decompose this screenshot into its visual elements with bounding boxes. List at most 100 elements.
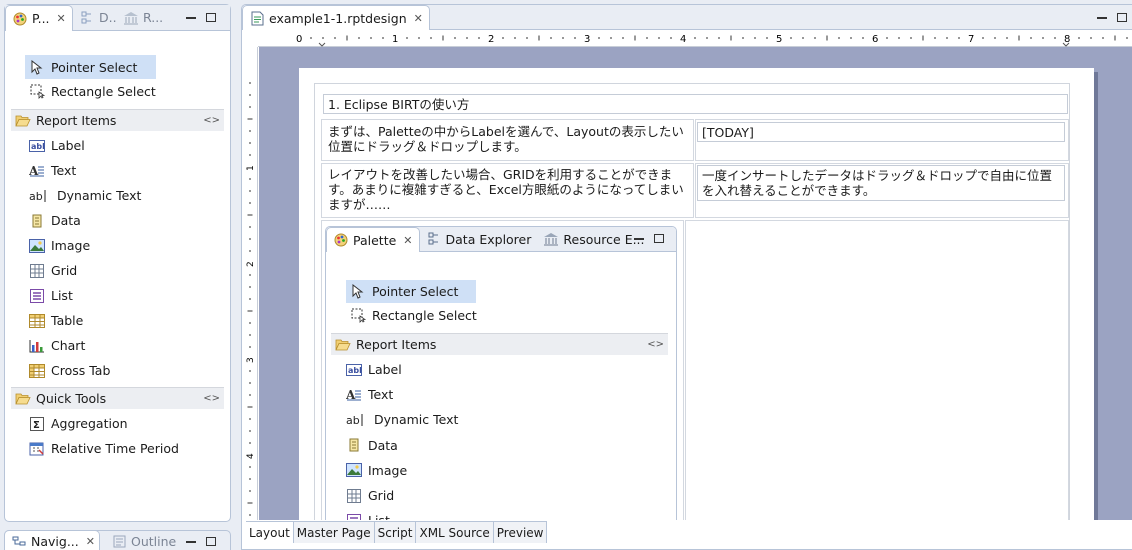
report-items-drawer[interactable]: Report Items <> <box>11 109 224 131</box>
palette-item-image[interactable]: Image <box>29 233 219 258</box>
navigator-view: Navig... ✕ Outline <box>4 530 231 550</box>
palette-item-table[interactable]: Table <box>29 308 219 333</box>
palette-item-label: Dynamic Text <box>374 412 459 428</box>
data-explorer-icon <box>426 231 442 247</box>
double-arrow-icon[interactable]: <> <box>203 115 220 126</box>
bottom-tab-layout[interactable]: Layout <box>246 522 294 543</box>
minimize-icon[interactable] <box>1097 16 1107 19</box>
palette-item-label: Text <box>51 163 77 178</box>
palette-item-grid[interactable]: Grid <box>29 258 219 283</box>
tab-palette[interactable]: P... ✕ <box>5 5 73 31</box>
palette-item-text[interactable]: A Text <box>29 158 219 183</box>
embedded-tab-palette-label: Palette <box>353 232 397 248</box>
palette-item-chart[interactable]: Chart <box>29 333 219 358</box>
row2-left-label[interactable]: レイアウトを改善したい場合、GRIDを利用することができます。あまりに複雑すぎる… <box>324 165 692 215</box>
row2-right-label[interactable]: 一度インサートしたデータはドラッグ＆ドロップで自由に位置を入れ替えることができま… <box>697 165 1065 201</box>
editor-bottom-tabs: Layout Master Page Script XML Source Preview <box>246 521 548 545</box>
palette-item-label: Table <box>51 313 84 328</box>
tab-data-explorer-label: D... <box>99 10 117 25</box>
double-arrow-icon: <> <box>647 339 664 350</box>
palette-item-label: Image <box>368 462 408 478</box>
maximize-icon[interactable] <box>206 537 216 546</box>
text-icon: A <box>29 163 45 179</box>
embedded-tab-palette: Palette ✕ <box>326 227 420 252</box>
today-data-item[interactable]: [TODAY] <box>697 122 1065 142</box>
rectangle-select-tool[interactable]: Rectangle Select <box>25 79 225 104</box>
close-icon: ✕ <box>403 233 413 247</box>
tab-resource-explorer[interactable]: R... <box>117 5 165 31</box>
tools-group: Pointer Select Rectangle Select <box>25 55 225 104</box>
grid-cell-3-2 <box>685 220 1069 520</box>
navigator-icon <box>11 534 27 550</box>
ruler-number: 7 <box>968 34 974 45</box>
double-arrow-icon[interactable]: <> <box>203 393 220 404</box>
report-heading-label[interactable]: 1. Eclipse BIRTの使い方 <box>323 94 1068 114</box>
close-icon[interactable]: ✕ <box>57 12 66 25</box>
close-icon[interactable]: ✕ <box>414 12 423 25</box>
embedded-pointer-select-label: Pointer Select <box>372 284 459 299</box>
ruler-number: 1 <box>392 34 398 45</box>
ruler-number: 0 <box>296 34 302 45</box>
table-icon <box>29 313 45 329</box>
svg-text:ab: ab <box>29 190 43 203</box>
maximize-icon[interactable] <box>1117 13 1127 22</box>
ruler-number: 5 <box>776 34 782 45</box>
embedded-tab-data-explorer-label: Data Explorer <box>445 231 532 247</box>
tab-data-explorer[interactable]: D... <box>73 5 117 31</box>
palette-item-relative-time-period[interactable]: Relative Time Period <box>29 436 219 461</box>
tab-report-design[interactable]: example1-1.rptdesign ✕ <box>242 5 430 30</box>
horizontal-ruler: 0 1 2 3 4 5 6 7 8 <box>258 30 1132 47</box>
palette-item-dynamic-text[interactable]: ab Dynamic Text <box>29 183 219 208</box>
palette-item-data: Data <box>346 433 546 458</box>
close-icon[interactable]: ✕ <box>86 535 95 548</box>
view-controls <box>186 537 216 546</box>
palette-item-label: List <box>51 288 73 303</box>
palette-item-label[interactable]: abl Label <box>29 133 219 158</box>
maximize-icon <box>654 234 664 243</box>
palette-icon <box>12 11 28 27</box>
layout-canvas: 1. Eclipse BIRTの使い方 まずは、Paletteの中からLabel… <box>259 47 1132 520</box>
ruler-number: 4 <box>246 453 256 459</box>
list-icon <box>29 288 45 304</box>
left-margin-marker[interactable] <box>318 42 326 47</box>
grid-icon <box>346 488 362 504</box>
tab-outline[interactable]: Outline <box>105 530 182 550</box>
view-controls <box>186 13 216 22</box>
minimize-icon[interactable] <box>186 540 196 543</box>
palette-item-label: Text <box>368 387 394 403</box>
quick-tools-drawer[interactable]: Quick Tools <> <box>11 387 224 409</box>
palette-item-list[interactable]: List <box>29 283 219 308</box>
embedded-palette-image[interactable]: Palette ✕ Data Explorer Resource E... Po… <box>325 226 677 520</box>
palette-item-cross-tab[interactable]: Cross Tab <box>29 358 219 383</box>
row1-left-label[interactable]: まずは、Paletteの中からLabelを選んで、Layoutの表示したい位置に… <box>324 122 692 158</box>
palette-item-label: Cross Tab <box>51 363 111 378</box>
embedded-view-controls <box>634 234 664 243</box>
palette-item-label: Relative Time Period <box>51 441 179 456</box>
bottom-tab-xml-source[interactable]: XML Source <box>416 522 494 543</box>
pointer-select-tool[interactable]: Pointer Select <box>25 55 156 79</box>
chart-icon <box>29 338 45 354</box>
palette-item-label: Image <box>51 238 91 253</box>
palette-item-label: Aggregation <box>51 416 128 431</box>
palette-item-image: Image <box>346 458 546 483</box>
maximize-icon[interactable] <box>206 13 216 22</box>
embedded-tools: Pointer Select Rectangle Select <box>346 280 546 328</box>
minimize-icon[interactable] <box>186 16 196 19</box>
palette-item-label: Grid <box>51 263 78 278</box>
tab-navigator[interactable]: Navig... ✕ <box>4 530 100 550</box>
bottom-tab-script[interactable]: Script <box>374 522 417 543</box>
ruler-number: 3 <box>584 34 590 45</box>
palette-item-aggregation[interactable]: Σ Aggregation <box>29 411 219 436</box>
report-design-file-icon <box>249 10 265 26</box>
embedded-drawer-label: Report Items <box>356 337 437 352</box>
cross-tab-icon <box>29 363 45 379</box>
sigma-icon: Σ <box>29 416 45 432</box>
embedded-tabbar: Palette ✕ Data Explorer Resource E... <box>326 227 676 252</box>
palette-item-label: abl Label <box>346 357 546 382</box>
ruler-number: 2 <box>488 34 494 45</box>
embedded-tab-resource-explorer-label: Resource E... <box>563 231 645 247</box>
palette-item-data[interactable]: Data <box>29 208 219 233</box>
bottom-tab-master-page[interactable]: Master Page <box>293 522 375 543</box>
bottom-tab-preview[interactable]: Preview <box>493 522 548 543</box>
calendar-icon <box>29 441 45 457</box>
